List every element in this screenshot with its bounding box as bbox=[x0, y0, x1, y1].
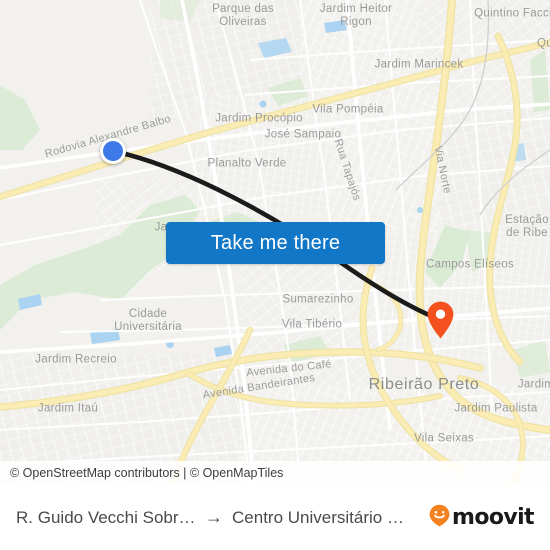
destination-pin[interactable] bbox=[427, 301, 454, 339]
moovit-wordmark: moovit bbox=[452, 505, 535, 530]
moovit-pin-icon bbox=[429, 504, 450, 532]
origin-dot-core bbox=[103, 141, 123, 161]
map-attribution[interactable]: © OpenStreetMap contributors | © OpenMap… bbox=[0, 461, 550, 485]
take-me-there-button[interactable]: Take me there bbox=[166, 222, 385, 264]
origin-dot[interactable] bbox=[100, 138, 126, 164]
moovit-logo[interactable]: moovit bbox=[429, 504, 535, 532]
origin-label: R. Guido Vecchi Sobri... bbox=[16, 507, 197, 527]
arrow-right-icon: → bbox=[205, 507, 224, 527]
moovit-map-share-card: Parque das Oliveiras Jardim Heitor Rigon Q… bbox=[0, 0, 550, 550]
route-footer: R. Guido Vecchi Sobri... → Centro Univer… bbox=[0, 485, 550, 550]
destination-label: Centro Universitário Mour... bbox=[232, 507, 412, 527]
map-canvas[interactable]: Parque das Oliveiras Jardim Heitor Rigon Q… bbox=[0, 0, 550, 485]
